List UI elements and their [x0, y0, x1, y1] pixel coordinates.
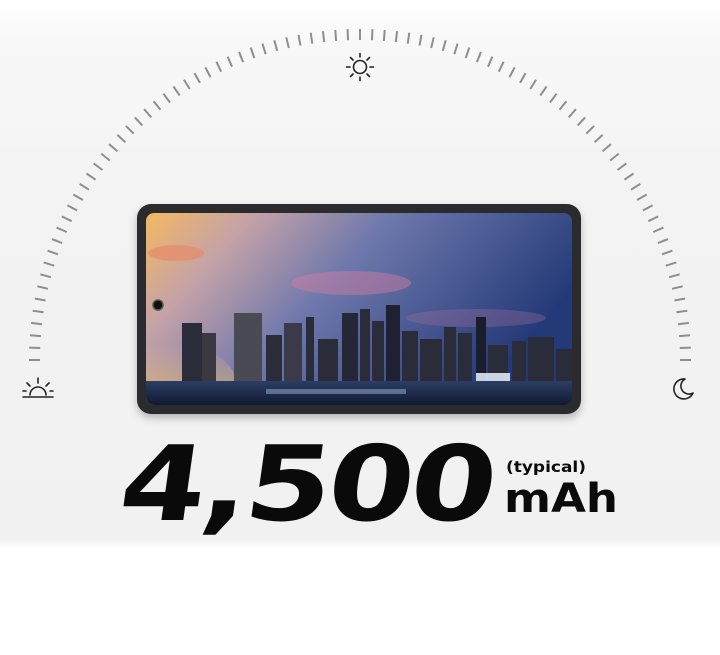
arc-tick — [285, 37, 290, 49]
arc-tick — [679, 334, 691, 338]
arc-tick — [567, 108, 577, 119]
arc-tick — [671, 285, 683, 290]
arc-tick — [134, 116, 144, 127]
arc-tick — [204, 66, 212, 78]
arc-tick — [657, 238, 669, 245]
arc-tick — [47, 249, 59, 256]
arc-tick — [647, 215, 659, 223]
arc-tick — [576, 116, 586, 127]
arc-tick — [529, 79, 537, 90]
arc-tick — [162, 93, 171, 104]
arc-tick — [183, 79, 191, 90]
arc-tick — [334, 29, 338, 41]
arc-tick — [676, 309, 688, 314]
arc-tick — [238, 51, 245, 63]
arc-tick — [418, 34, 423, 46]
arc-tick — [297, 34, 302, 46]
arc-tick — [29, 334, 41, 338]
arc-tick — [453, 43, 459, 55]
arc-tick — [125, 125, 135, 135]
battery-hero: 4,500 (typical) mAh — [0, 0, 720, 655]
arc-tick — [172, 85, 181, 97]
arc-tick — [441, 40, 447, 52]
arc-tick — [475, 51, 482, 63]
arc-tick — [430, 37, 435, 49]
arc-tick — [61, 215, 73, 223]
arc-tick — [40, 273, 52, 279]
arc-tick — [43, 261, 55, 267]
capacity-unit: mAh — [504, 476, 618, 522]
sun-icon — [345, 52, 375, 82]
moon-icon — [673, 378, 694, 400]
arc-tick — [321, 30, 326, 43]
arc-tick — [382, 29, 386, 41]
arc-tick — [593, 134, 604, 144]
arc-tick — [32, 309, 44, 314]
arc-tick — [394, 30, 399, 43]
arc-tick — [661, 249, 673, 256]
arc-tick — [539, 85, 548, 97]
capacity-value: 4,500 — [113, 432, 502, 542]
arc-tick — [558, 100, 568, 111]
arc-tick — [108, 143, 119, 153]
arc-tick — [93, 162, 104, 171]
sunrise-icon — [22, 377, 54, 398]
arc-tick — [508, 66, 516, 78]
arc-tick — [616, 162, 627, 171]
phone-screen-city-skyline — [146, 213, 572, 405]
arc-tick — [72, 193, 84, 201]
arc-tick — [549, 93, 558, 104]
arc-tick — [601, 143, 612, 153]
arc-tick — [585, 125, 595, 135]
arc-tick — [215, 61, 223, 73]
capacity-qualifier: (typical) — [506, 458, 586, 476]
arc-tick — [636, 193, 648, 201]
arc-tick — [51, 238, 63, 245]
arc-tick — [79, 183, 90, 191]
arc-tick — [226, 56, 233, 68]
arc-tick — [143, 108, 153, 119]
arc-tick — [623, 172, 635, 181]
arc-tick — [116, 134, 127, 144]
arc-tick — [30, 321, 43, 326]
arc-tick — [309, 32, 314, 44]
arc-tick — [56, 226, 68, 233]
arc-tick — [668, 273, 680, 279]
arc-tick — [249, 47, 256, 59]
battery-capacity-headline: 4,500 (typical) mAh — [113, 432, 618, 542]
arc-tick — [152, 100, 162, 111]
arc-tick — [630, 183, 641, 191]
arc-tick — [37, 285, 49, 290]
arc-tick — [609, 152, 620, 162]
arc-tick — [665, 261, 677, 267]
arc-tick — [677, 321, 690, 326]
arc-tick — [497, 61, 505, 73]
arc-tick — [193, 72, 201, 84]
arc-tick — [261, 43, 267, 55]
arc-tick — [100, 152, 111, 162]
arc-tick — [464, 47, 471, 59]
arc-tick — [85, 172, 97, 181]
arc-tick — [519, 72, 527, 84]
arc-tick — [34, 297, 46, 302]
arc-tick — [273, 40, 279, 52]
arc-tick — [487, 56, 494, 68]
arc-tick — [66, 204, 78, 212]
arc-tick — [642, 204, 654, 212]
arc-tick — [406, 32, 411, 44]
arc-tick — [674, 297, 686, 302]
arc-tick — [652, 226, 664, 233]
